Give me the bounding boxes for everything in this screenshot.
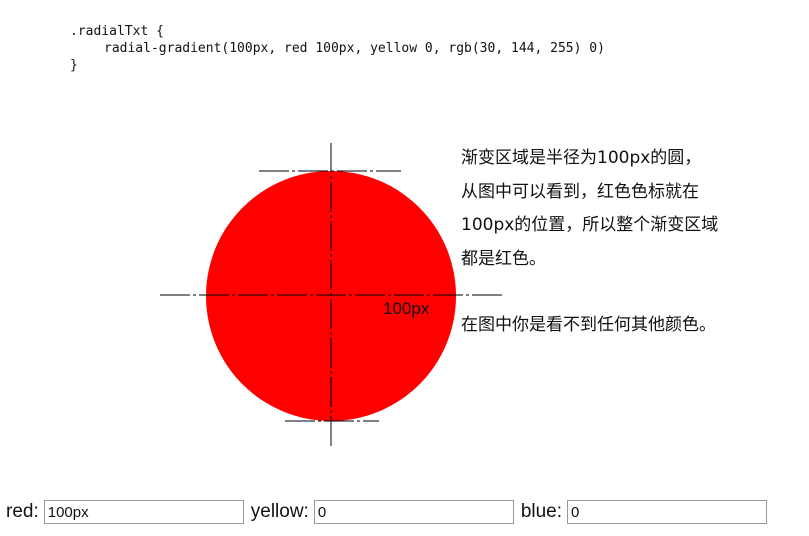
radius-label: 100px (383, 299, 430, 318)
explanation-line: 在图中你是看不到任何其他颜色。 (461, 315, 716, 335)
color-stop-controls: red: yellow: blue: (6, 497, 774, 527)
explanation-line: 都是红色。 (461, 248, 546, 269)
red-label: red: (6, 501, 39, 522)
yellow-input[interactable] (313, 500, 514, 524)
red-input[interactable] (43, 500, 244, 524)
blue-input[interactable] (567, 500, 768, 524)
blue-label: blue: (520, 501, 563, 522)
explanation-line: 渐变区域是半径为100px的圆， (461, 148, 702, 168)
explanation-line: 从图中可以看到，红色色标就在 (461, 181, 699, 202)
explanation-line: 100px的位置，所以整个渐变区域 (461, 215, 719, 235)
yellow-label: yellow: (250, 501, 309, 522)
explanation-text: 渐变区域是半径为100px的圆， 从图中可以看到，红色色标就在 100px的位置… (461, 142, 761, 343)
